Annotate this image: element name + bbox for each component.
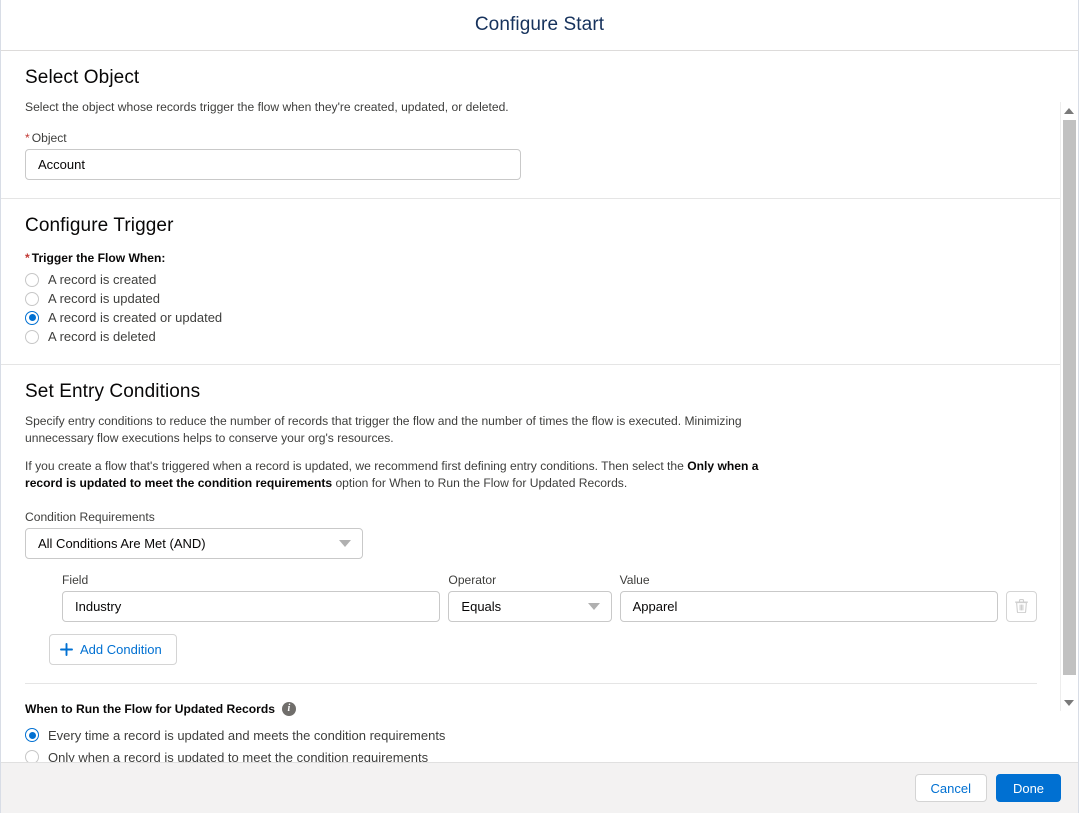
condition-requirements-select[interactable]: All Conditions Are Met (AND) <box>25 527 363 559</box>
done-button[interactable]: Done <box>996 774 1061 802</box>
entry-conditions-description-2: If you create a flow that's triggered wh… <box>25 458 791 493</box>
modal-body: Select Object Select the object whose re… <box>1 51 1078 762</box>
vertical-scrollbar[interactable] <box>1060 102 1077 711</box>
trash-icon <box>1015 599 1028 614</box>
radio-option-record-deleted[interactable]: A record is deleted <box>25 328 1037 346</box>
trigger-radio-group: A record is created A record is updated … <box>25 271 1037 346</box>
condition-requirements-value: All Conditions Are Met (AND) <box>38 535 206 551</box>
radio-label: Only when a record is updated to meet th… <box>48 749 429 762</box>
scroll-content: Select Object Select the object whose re… <box>1 51 1061 762</box>
radio-label: Every time a record is updated and meets… <box>48 727 446 743</box>
add-condition-button[interactable]: Add Condition <box>49 633 177 665</box>
condition-requirements-label: Condition Requirements <box>25 509 155 524</box>
modal-footer: Cancel Done <box>1 762 1078 813</box>
trigger-label-text: Trigger the Flow When: <box>31 250 166 265</box>
entry-conditions-description-1: Specify entry conditions to reduce the n… <box>25 413 742 446</box>
configure-start-modal: Configure Start Select Object Select the… <box>0 0 1079 813</box>
condition-field-col: Field Industry <box>62 572 441 622</box>
scroll-up-button[interactable] <box>1061 102 1077 119</box>
section-configure-trigger: Configure Trigger * Trigger the Flow When… <box>1 199 1061 365</box>
radio-icon[interactable] <box>25 329 39 344</box>
radio-label: A record is deleted <box>48 329 156 345</box>
radio-icon[interactable] <box>25 291 39 306</box>
radio-option-record-updated[interactable]: A record is updated <box>25 290 1037 308</box>
scroll-up-arrow-icon <box>1064 107 1074 114</box>
object-required-marker: * <box>25 130 30 145</box>
chevron-down-icon <box>587 603 600 611</box>
select-object-heading: Select Object <box>25 67 140 88</box>
operator-column-header: Operator <box>448 572 497 587</box>
radio-option-only-when-updated[interactable]: Only when a record is updated to meet th… <box>25 747 1037 762</box>
radio-icon[interactable] <box>25 750 39 762</box>
when-to-run-radio-group: Every time a record is updated and meets… <box>25 725 1037 762</box>
cancel-button[interactable]: Cancel <box>914 774 987 802</box>
radio-icon[interactable] <box>25 272 39 287</box>
add-condition-label: Add Condition <box>80 641 162 657</box>
modal-header: Configure Start <box>1 0 1078 51</box>
desc2-part2: option for When to Run the Flow for Upda… <box>332 476 628 491</box>
condition-operator-value: Equals <box>461 598 502 614</box>
section-entry-conditions: Set Entry Conditions Specify entry condi… <box>1 365 1061 762</box>
select-object-description: Select the object whose records trigger … <box>25 100 509 114</box>
field-column-header: Field <box>62 572 89 587</box>
desc2-part1: If you create a flow that's triggered wh… <box>25 458 688 473</box>
radio-option-every-time-updated[interactable]: Every time a record is updated and meets… <box>25 725 1037 746</box>
when-to-run-label: When to Run the Flow for Updated Records <box>25 701 275 716</box>
page-title: Configure Start <box>474 14 605 35</box>
radio-icon-checked[interactable] <box>25 728 39 743</box>
scroll-down-arrow-icon <box>1064 699 1074 706</box>
object-field-label: * Object <box>25 131 1037 145</box>
value-column-header: Value <box>619 572 650 587</box>
condition-operator-select[interactable]: Equals <box>448 590 612 622</box>
chevron-down-icon <box>339 540 351 548</box>
radio-option-record-created[interactable]: A record is created <box>25 271 1037 289</box>
condition-field-input[interactable]: Industry <box>62 590 441 622</box>
scrollbar-thumb[interactable] <box>1063 120 1076 675</box>
plus-icon <box>60 642 73 656</box>
scroll-down-button[interactable] <box>1061 694 1077 711</box>
section-select-object: Select Object Select the object whose re… <box>1 51 1061 199</box>
radio-label: A record is created or updated <box>48 310 223 326</box>
delete-condition-button[interactable] <box>1006 590 1037 622</box>
entry-conditions-heading: Set Entry Conditions <box>25 380 201 402</box>
radio-option-record-created-or-updated[interactable]: A record is created or updated <box>25 309 1037 327</box>
object-input[interactable]: Account <box>25 148 521 180</box>
radio-label: A record is created <box>48 272 157 288</box>
condition-value-input[interactable]: Apparel <box>619 590 998 622</box>
condition-operator-col: Operator Equals <box>448 572 612 622</box>
condition-value-col: Value Apparel <box>619 572 998 622</box>
trigger-the-flow-when-label: * Trigger the Flow When: <box>25 251 1037 265</box>
trigger-required-marker: * <box>25 250 30 265</box>
configure-trigger-heading: Configure Trigger <box>25 214 174 236</box>
when-to-run-heading-row: When to Run the Flow for Updated Records… <box>25 684 1037 716</box>
radio-label: A record is updated <box>48 291 161 307</box>
condition-row: Field Industry Operator Equals Value App… <box>25 573 1037 622</box>
info-icon[interactable]: i <box>281 701 296 716</box>
object-label-text: Object <box>31 130 67 145</box>
radio-icon-checked[interactable] <box>25 310 39 325</box>
